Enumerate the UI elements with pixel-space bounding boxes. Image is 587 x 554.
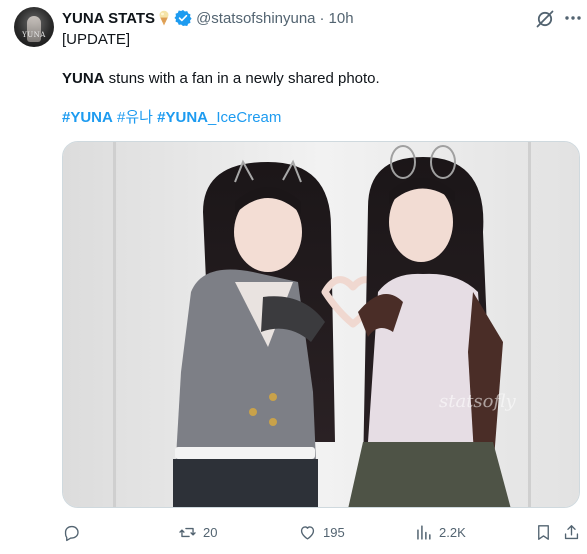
tweet[interactable]: YUNA YUNA STATS @statsofshinyuna · 10h […: [0, 0, 587, 554]
retweet-button[interactable]: 20: [178, 521, 217, 543]
like-icon: [300, 525, 315, 540]
hashtags: #YUNA #유나 #YUNA_IceCream: [62, 108, 281, 128]
author-name[interactable]: YUNA STATS: [62, 10, 155, 27]
avatar[interactable]: YUNA: [14, 7, 54, 47]
like-count: 195: [323, 524, 345, 540]
tweet-text: YUNA stuns with a fan in a newly shared …: [62, 69, 380, 89]
tweet-photo[interactable]: statsofly: [62, 141, 580, 508]
hashtag-icecream-bold-part: #YUNA: [157, 109, 209, 126]
views-button[interactable]: 2.2K: [414, 521, 466, 543]
grok-icon[interactable]: [534, 8, 556, 30]
timestamp[interactable]: 10h: [329, 10, 354, 27]
views-icon: [417, 524, 431, 540]
hashtag-yuna-icecream[interactable]: #YUNA_IceCream: [157, 109, 281, 126]
hashtag-yuna-korean[interactable]: #유나: [117, 109, 153, 126]
tweet-text-rest: stuns with a fan in a newly shared photo…: [104, 70, 380, 87]
author-handle[interactable]: @statsofshinyuna: [196, 10, 315, 27]
tweet-header: YUNA STATS @statsofshinyuna · 10h: [62, 8, 354, 28]
bookmark-button[interactable]: [534, 521, 553, 543]
share-button[interactable]: [562, 521, 581, 543]
action-bar: 20 195 2.2K: [62, 521, 582, 543]
reply-icon: [64, 525, 79, 541]
avatar-text: YUNA: [22, 31, 46, 39]
hashtag-icecream-rest-part: _IceCream: [208, 109, 282, 126]
photo-watermark: statsofly: [439, 391, 517, 412]
verified-icon: [174, 9, 192, 27]
bookmark-icon: [538, 524, 549, 540]
separator-dot: ·: [319, 9, 325, 27]
tweet-text-bold: YUNA: [62, 70, 105, 87]
photo-illustration: statsofly: [63, 142, 579, 507]
retweet-icon: [179, 527, 196, 537]
status-tag: [UPDATE]: [62, 31, 131, 48]
like-button[interactable]: 195: [298, 521, 345, 543]
reply-button[interactable]: [62, 521, 87, 543]
hashtag-yuna[interactable]: #YUNA: [62, 109, 113, 126]
views-count: 2.2K: [439, 524, 466, 540]
more-icon[interactable]: [563, 8, 583, 28]
retweet-count: 20: [203, 524, 218, 540]
ice-cream-icon: [158, 10, 170, 26]
share-icon: [564, 524, 579, 539]
